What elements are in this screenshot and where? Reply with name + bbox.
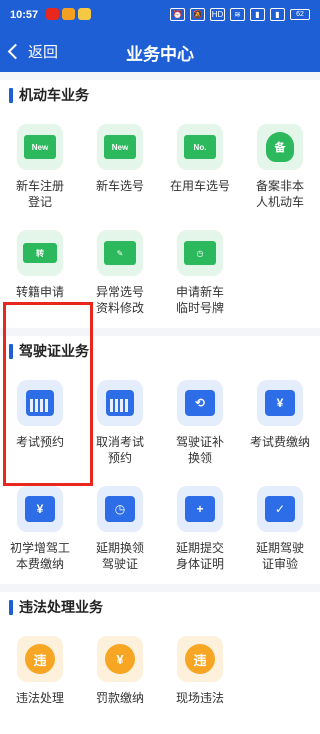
service-label: 违法处理 bbox=[15, 691, 64, 705]
section-header: 违法处理业务 bbox=[0, 592, 320, 622]
signal-icon: ▮ bbox=[250, 8, 265, 21]
business-list: 机动车业务 New 新车注册 登记 New 新车选号 No. 在用车选号 备 备… bbox=[0, 72, 320, 734]
calendar-icon bbox=[97, 380, 143, 426]
signal-icon: ▮ bbox=[270, 8, 285, 21]
wifi-icon: ≋ bbox=[230, 8, 245, 21]
service-extend-review[interactable]: ✓ 延期驾驶 证审验 bbox=[240, 472, 320, 578]
service-violation-handle[interactable]: 违 违法处理 bbox=[0, 622, 80, 728]
service-label: 驾驶证补 换领 bbox=[175, 435, 224, 465]
service-license-replace[interactable]: ⟲ 驾驶证补 换领 bbox=[160, 366, 240, 472]
service-exam-fee[interactable]: ¥ 考试费缴纳 bbox=[240, 366, 320, 472]
service-record-vehicle[interactable]: 备 备案非本 人机动车 bbox=[240, 110, 320, 216]
service-cancel-exam[interactable]: 取消考试 预约 bbox=[80, 366, 160, 472]
mute-icon: 🔕 bbox=[190, 8, 205, 21]
service-label: 初学增驾工 本费缴纳 bbox=[9, 541, 70, 571]
service-used-plate-selection[interactable]: No. 在用车选号 bbox=[160, 110, 240, 216]
calendar-icon bbox=[17, 380, 63, 426]
violation-hand-icon: 违 bbox=[177, 636, 223, 682]
id-card-clock-icon: ◷ bbox=[97, 486, 143, 532]
receipt-icon: ¥ bbox=[257, 380, 303, 426]
service-label: 备案非本 人机动车 bbox=[255, 179, 304, 209]
status-time: 10:57 bbox=[10, 9, 39, 21]
service-label: 考试费缴纳 bbox=[249, 435, 310, 449]
service-extend-renewal[interactable]: ◷ 延期换领 驾驶证 bbox=[80, 472, 160, 578]
section-violation: 违法处理业务 违 违法处理 ¥ 罚款缴纳 违 现场违法 bbox=[0, 592, 320, 734]
system-icons: ⏰ 🔕 HD ≋ ▮ ▮ 62 bbox=[170, 8, 310, 21]
service-fine-payment[interactable]: ¥ 罚款缴纳 bbox=[80, 622, 160, 728]
service-learner-fee[interactable]: ¥ 初学增驾工 本费缴纳 bbox=[0, 472, 80, 578]
service-label: 现场违法 bbox=[175, 691, 224, 705]
section-license: 驾驶证业务 考试预约 取消考试 预约 ⟲ 驾驶证补 换领 ¥ 考试费缴纳 ¥ 初… bbox=[0, 336, 320, 584]
section-header: 机动车业务 bbox=[0, 80, 320, 110]
yuan-card-icon: ¥ bbox=[17, 486, 63, 532]
service-new-plate-selection[interactable]: New 新车选号 bbox=[80, 110, 160, 216]
id-card-refresh-icon: ⟲ bbox=[177, 380, 223, 426]
service-onsite-violation[interactable]: 违 现场违法 bbox=[160, 622, 240, 728]
new-card-icon: New bbox=[17, 124, 63, 170]
notification-icon bbox=[62, 8, 75, 20]
section-title: 违法处理业务 bbox=[19, 599, 103, 615]
service-new-vehicle-registration[interactable]: New 新车注册 登记 bbox=[0, 110, 80, 216]
service-label: 延期驾驶 证审验 bbox=[255, 541, 304, 571]
medical-card-icon: + bbox=[177, 486, 223, 532]
service-label: 新车注册 登记 bbox=[15, 179, 64, 209]
truck-icon: 转 bbox=[17, 230, 63, 276]
plate-card-icon: No. bbox=[177, 124, 223, 170]
service-label: 在用车选号 bbox=[169, 179, 230, 193]
section-title: 驾驶证业务 bbox=[19, 343, 89, 359]
shield-icon: 备 bbox=[257, 124, 303, 170]
section-accent-bar bbox=[9, 87, 13, 103]
new-card-icon: New bbox=[97, 124, 143, 170]
service-label: 延期提交 身体证明 bbox=[175, 541, 224, 571]
section-header: 驾驶证业务 bbox=[0, 336, 320, 366]
service-label: 转籍申请 bbox=[15, 285, 64, 299]
service-modify-data[interactable]: ✎ 异常选号 资料修改 bbox=[80, 216, 160, 322]
section-vehicle: 机动车业务 New 新车注册 登记 New 新车选号 No. 在用车选号 备 备… bbox=[0, 80, 320, 328]
section-title: 机动车业务 bbox=[19, 87, 89, 103]
service-transfer[interactable]: 转 转籍申请 bbox=[0, 216, 80, 322]
service-label: 延期换领 驾驶证 bbox=[95, 541, 144, 571]
violation-search-icon: 违 bbox=[17, 636, 63, 682]
service-label: 取消考试 预约 bbox=[95, 435, 144, 465]
nav-bar: 返回 业务中心 bbox=[0, 30, 320, 72]
service-extend-health-proof[interactable]: + 延期提交 身体证明 bbox=[160, 472, 240, 578]
service-label: 申请新车 临时号牌 bbox=[175, 285, 224, 315]
edit-card-icon: ✎ bbox=[97, 230, 143, 276]
service-label: 新车选号 bbox=[95, 179, 144, 193]
service-temporary-plate[interactable]: ◷ 申请新车 临时号牌 bbox=[160, 216, 240, 322]
service-label: 罚款缴纳 bbox=[95, 691, 144, 705]
battery-icon: 62 bbox=[290, 9, 310, 20]
section-accent-bar bbox=[9, 343, 13, 359]
service-label: 异常选号 资料修改 bbox=[95, 285, 144, 315]
notification-icon bbox=[78, 8, 91, 20]
alarm-icon: ⏰ bbox=[170, 8, 185, 21]
fine-receipt-icon: ¥ bbox=[97, 636, 143, 682]
page-title: 业务中心 bbox=[126, 45, 194, 64]
clock-card-icon: ◷ bbox=[177, 230, 223, 276]
hd-icon: HD bbox=[210, 8, 225, 21]
status-bar: 10:57 ⏰ 🔕 HD ≋ ▮ ▮ 62 bbox=[0, 0, 320, 30]
service-label: 考试预约 bbox=[15, 435, 64, 449]
section-accent-bar bbox=[9, 599, 13, 615]
notification-icon bbox=[46, 8, 59, 20]
service-exam-booking[interactable]: 考试预约 bbox=[0, 366, 80, 472]
id-card-check-icon: ✓ bbox=[257, 486, 303, 532]
